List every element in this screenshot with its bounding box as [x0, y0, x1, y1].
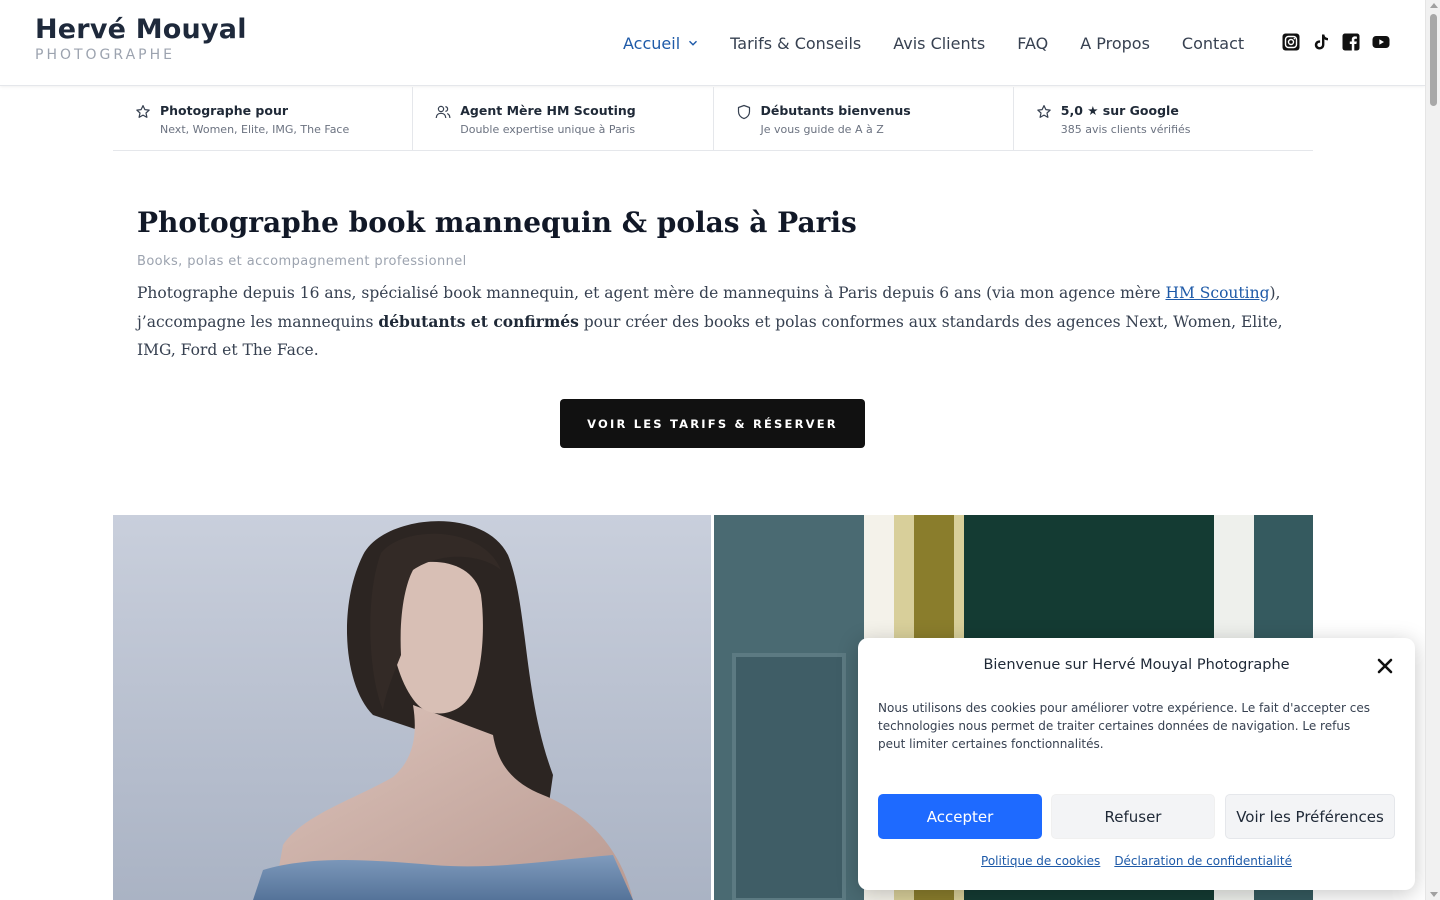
nav-item-tarifs[interactable]: Tarifs & Conseils — [730, 34, 861, 53]
features-bar: Photographe pour Next, Women, Elite, IMG… — [113, 87, 1313, 151]
hm-scouting-link[interactable]: HM Scouting — [1165, 284, 1269, 302]
feature-title: Débutants bienvenus — [760, 103, 911, 118]
feature-title: 5,0 ★ sur Google — [1060, 103, 1179, 118]
facebook-icon[interactable] — [1342, 33, 1360, 51]
nav-item-accueil[interactable]: Accueil — [623, 34, 698, 53]
tiktok-icon[interactable] — [1312, 33, 1330, 51]
portrait-photo-image — [113, 515, 711, 900]
brand-logo[interactable]: Hervé Mouyal PHOTOGRAPHE — [35, 14, 247, 63]
instagram-icon[interactable] — [1282, 33, 1300, 51]
feature-subtitle: Next, Women, Elite, IMG, The Face — [160, 123, 350, 136]
nav-item-faq[interactable]: FAQ — [1017, 34, 1048, 53]
cookie-consent-banner: Bienvenue sur Hervé Mouyal Photographe N… — [858, 638, 1415, 890]
shield-icon — [737, 104, 750, 120]
scroll-up-arrow-icon[interactable] — [1430, 3, 1438, 8]
cookie-text: Nous utilisons des cookies pour améliore… — [878, 701, 1370, 751]
intro-section: Photographe book mannequin & polas à Par… — [137, 205, 1302, 365]
youtube-icon[interactable] — [1372, 33, 1390, 51]
chevron-down-icon — [689, 40, 698, 46]
feature-subtitle: Je vous guide de A à Z — [760, 123, 884, 136]
nav-item-avis[interactable]: Avis Clients — [893, 34, 985, 53]
feature-title: Agent Mère HM Scouting — [460, 103, 636, 118]
feature-subtitle: 385 avis clients vérifiés — [1060, 123, 1191, 136]
gallery-photo-portrait[interactable] — [113, 515, 711, 900]
nav-item-apropos[interactable]: A Propos — [1080, 34, 1150, 53]
social-links — [1282, 33, 1390, 51]
site-header: Hervé Mouyal PHOTOGRAPHE Accueil Tarifs … — [0, 0, 1425, 86]
intro-bold-text: débutants et confirmés — [378, 311, 579, 331]
page-title: Photographe book mannequin & polas à Par… — [137, 206, 857, 239]
page-subtitle: Books, polas et accompagnement professio… — [137, 254, 467, 269]
nav-item-label: Accueil — [623, 33, 681, 53]
star-icon — [136, 105, 150, 118]
feature-item: Photographe pour Next, Women, Elite, IMG… — [113, 87, 414, 150]
intro-paragraph: Photographe depuis 16 ans, spécialisé bo… — [137, 279, 1302, 365]
scrollbar-thumb[interactable] — [1430, 14, 1437, 106]
page-scrollbar[interactable] — [1425, 0, 1440, 900]
cookie-title: Bienvenue sur Hervé Mouyal Photographe — [983, 657, 1290, 673]
feature-title: Photographe pour — [160, 103, 289, 118]
users-icon — [435, 105, 451, 119]
scroll-down-arrow-icon[interactable] — [1430, 892, 1438, 897]
feature-item: 5,0 ★ sur Google 385 avis clients vérifi… — [1014, 87, 1313, 150]
nav-item-contact[interactable]: Contact — [1182, 34, 1244, 53]
star-icon — [1036, 105, 1051, 118]
cookie-policy-link[interactable]: Politique de cookies — [981, 854, 1100, 868]
feature-item: Agent Mère HM Scouting Double expertise … — [413, 87, 714, 150]
book-pricing-button[interactable]: VOIR LES TARIFS & RÉSERVER — [560, 399, 865, 448]
main-nav: Accueil Tarifs & Conseils Avis Clients F… — [623, 31, 1276, 55]
brand-tagline: PHOTOGRAPHE — [35, 47, 175, 63]
feature-item: Débutants bienvenus Je vous guide de A à… — [714, 87, 1014, 150]
close-icon[interactable] — [1377, 658, 1393, 674]
cookie-links: Politique de cookies Déclaration de conf… — [858, 854, 1415, 868]
brand-name[interactable]: Hervé Mouyal — [35, 14, 247, 46]
feature-subtitle: Double expertise unique à Paris — [460, 123, 636, 136]
privacy-statement-link[interactable]: Déclaration de confidentialité — [1114, 854, 1292, 868]
intro-text: Photographe depuis 16 ans, spécialisé bo… — [137, 284, 1166, 302]
refuse-cookies-button[interactable]: Refuser — [1051, 794, 1215, 839]
cookie-preferences-button[interactable]: Voir les Préférences — [1225, 794, 1395, 839]
accept-cookies-button[interactable]: Accepter — [878, 794, 1042, 839]
